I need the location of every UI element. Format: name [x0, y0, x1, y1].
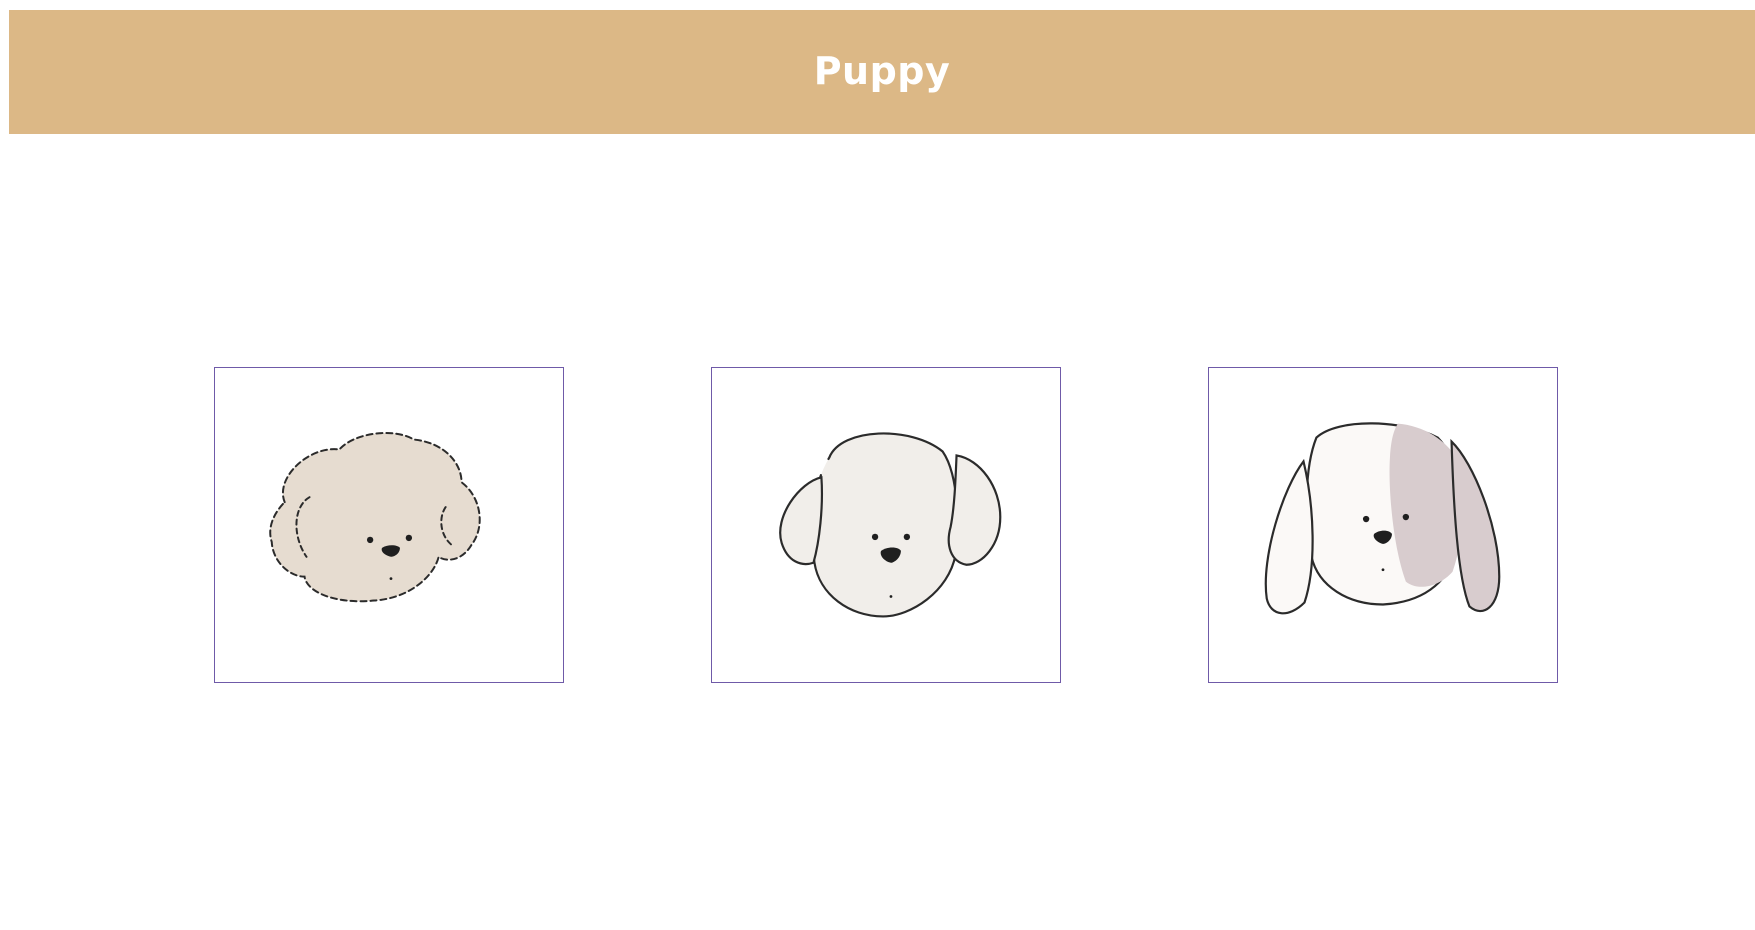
puppy-card-round[interactable] — [711, 367, 1061, 683]
spotted-puppy-icon — [1264, 422, 1501, 615]
puppy-card-spotted[interactable] — [1208, 367, 1558, 683]
curly-puppy-icon — [269, 432, 481, 603]
page-header: Puppy — [9, 10, 1755, 134]
round-puppy-icon — [779, 432, 1002, 618]
puppy-card-curly[interactable] — [214, 367, 564, 683]
page-title: Puppy — [813, 49, 951, 93]
